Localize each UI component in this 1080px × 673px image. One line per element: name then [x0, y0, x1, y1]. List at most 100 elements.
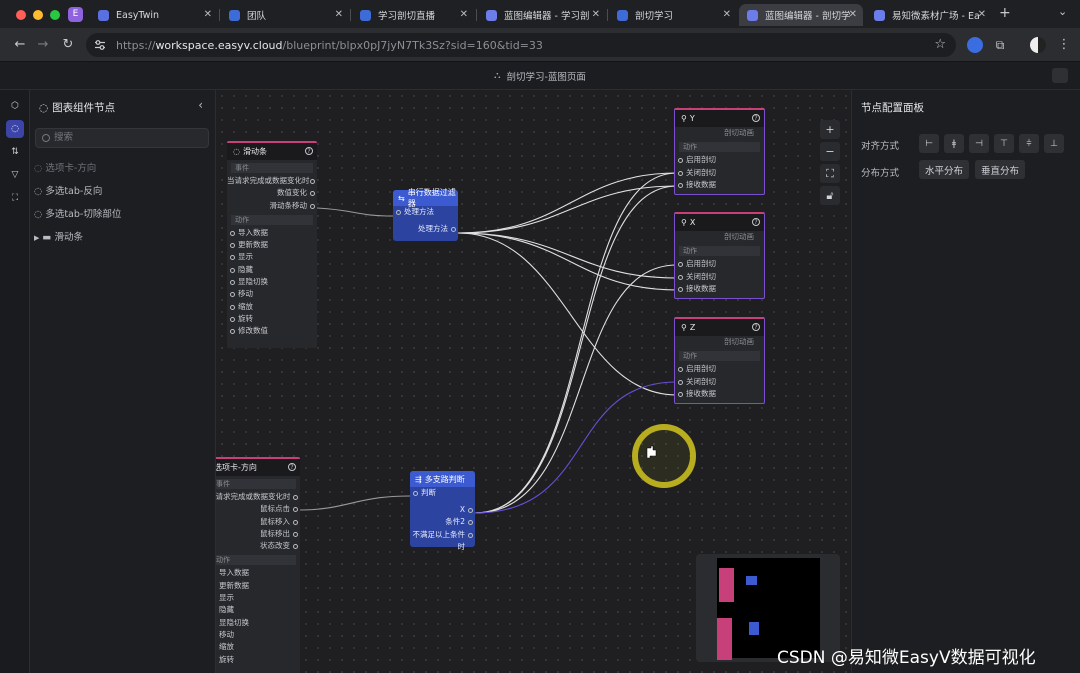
output-port[interactable]	[293, 544, 298, 550]
tree-item-multitab-cut[interactable]: ◌ 多选tab-切除部位	[34, 206, 121, 220]
close-icon[interactable]: ✕	[849, 9, 857, 20]
input-port[interactable]	[230, 280, 235, 286]
input-port[interactable]	[230, 316, 235, 322]
event-row[interactable]: 数值变化	[227, 187, 317, 199]
input-port[interactable]	[413, 491, 418, 496]
event-row[interactable]: 当请求完成或数据变化时	[227, 175, 317, 187]
input-row[interactable]: 处理方法	[393, 206, 458, 219]
event-row[interactable]: 状态改变	[216, 540, 300, 552]
component-nodes-icon[interactable]: ◌	[6, 120, 24, 138]
tree-item-multitab-reverse[interactable]: ◌ 多选tab-反向	[34, 183, 102, 197]
align-middle-v-icon[interactable]: ⫩	[1019, 134, 1039, 153]
action-row[interactable]: 显示	[227, 251, 317, 263]
bookmark-star-icon[interactable]: ☆	[934, 37, 946, 52]
tree-folder-slider[interactable]: ▶ ▬ 滑动条	[34, 229, 83, 243]
fit-screen-icon[interactable]: ⛶	[820, 164, 840, 183]
node-cut-y[interactable]: ⚲ Y ? 剖切动画 动作 启用剖切 关闭剖切 接收数据	[674, 108, 765, 195]
zoom-in-button[interactable]: +	[820, 120, 840, 139]
zoom-out-button[interactable]: −	[820, 142, 840, 161]
node-slider[interactable]: ◌ 滑动条 ? 事件 当请求完成或数据变化时 数值变化 滑动条移动 动作 导入数据…	[227, 141, 317, 348]
output-port[interactable]	[293, 519, 298, 525]
tab-blueprint-1[interactable]: 蓝图编辑器 - 学习剖 ✕	[478, 4, 606, 26]
align-bottom-icon[interactable]: ⊥	[1044, 134, 1064, 153]
input-port[interactable]	[678, 274, 683, 280]
action-row[interactable]: 移动	[216, 629, 300, 641]
input-port[interactable]	[230, 243, 235, 249]
input-port[interactable]	[678, 391, 683, 397]
tree-item-tab-direction[interactable]: ◌ 选项卡-方向	[34, 160, 96, 174]
reload-icon[interactable]: ↻	[60, 37, 76, 53]
input-port[interactable]	[230, 304, 235, 310]
back-arrow-icon[interactable]: ←	[12, 37, 28, 53]
input-port[interactable]	[230, 230, 235, 236]
close-window-button[interactable]	[16, 10, 26, 20]
new-tab-button[interactable]: +	[999, 5, 1011, 21]
tab-blueprint-active[interactable]: 蓝图编辑器 - 剖切学 ✕	[739, 4, 863, 26]
logic-flow-icon[interactable]: ⇅	[6, 143, 24, 161]
help-icon[interactable]: ?	[752, 218, 760, 226]
input-port[interactable]	[230, 329, 235, 335]
action-row[interactable]: 关闭剖切	[675, 167, 764, 179]
output-port[interactable]	[293, 495, 298, 500]
action-row[interactable]: 显隐切换	[216, 617, 300, 629]
align-top-icon[interactable]: ⊤	[994, 134, 1014, 153]
action-row[interactable]: 缩放	[227, 301, 317, 313]
input-port[interactable]	[230, 255, 235, 261]
action-row[interactable]: 导入数据	[216, 567, 300, 579]
search-input[interactable]: 搜索	[35, 128, 209, 148]
extension-icon[interactable]	[967, 37, 983, 53]
action-row[interactable]: 旋转	[227, 313, 317, 325]
output-row[interactable]: 不满足以上条件时	[410, 529, 475, 551]
global-nodes-icon[interactable]: ⛶	[6, 189, 24, 207]
event-row[interactable]: 鼠标移入	[216, 516, 300, 528]
action-row[interactable]: 启用剖切	[675, 363, 764, 375]
help-icon[interactable]: ?	[305, 147, 313, 155]
event-row[interactable]: 滑动条移动	[227, 200, 317, 212]
distribute-horizontal-button[interactable]: 水平分布	[919, 160, 969, 179]
site-settings-icon[interactable]	[94, 39, 106, 51]
close-icon[interactable]: ✕	[723, 9, 731, 20]
close-icon[interactable]: ✕	[335, 9, 343, 20]
action-row[interactable]: 移动	[227, 288, 317, 300]
close-icon[interactable]: ✕	[460, 9, 468, 20]
action-row[interactable]: 更新数据	[227, 239, 317, 251]
help-icon[interactable]: ?	[288, 463, 296, 471]
blueprint-canvas[interactable]: ◌ 滑动条 ? 事件 当请求完成或数据变化时 数值变化 滑动条移动 动作 导入数据…	[216, 90, 851, 673]
tab-cut-learn[interactable]: 剖切学习 ✕	[609, 4, 737, 26]
tab-list-chevron-icon[interactable]: ⌄	[1058, 5, 1067, 18]
action-row[interactable]: 关闭剖切	[675, 376, 764, 388]
output-port[interactable]	[293, 531, 298, 537]
input-port[interactable]	[396, 210, 401, 215]
extensions-puzzle-icon[interactable]: ⧉	[992, 37, 1008, 53]
close-icon[interactable]: ✕	[592, 9, 600, 20]
action-row[interactable]: 旋转	[216, 654, 300, 666]
node-tab-direction[interactable]: 选项卡-方向 ? 事件 当请求完成或数据变化时 鼠标点击 鼠标移入 鼠标移出 状…	[216, 457, 300, 673]
output-row[interactable]: X	[410, 504, 475, 517]
cube-icon[interactable]: ⬡	[6, 97, 24, 115]
event-row[interactable]: 当请求完成或数据变化时	[216, 491, 300, 503]
input-row[interactable]: 判断	[410, 487, 475, 500]
output-port[interactable]	[468, 520, 473, 525]
avatar[interactable]	[1030, 37, 1046, 53]
distribute-vertical-button[interactable]: 垂直分布	[975, 160, 1025, 179]
output-row[interactable]: 条件2	[410, 516, 475, 529]
preview-monitor-icon[interactable]	[1052, 68, 1068, 83]
help-icon[interactable]: ?	[752, 114, 760, 122]
action-row[interactable]: 启用剖切	[675, 258, 764, 270]
action-row[interactable]: 更新数据	[216, 580, 300, 592]
output-row[interactable]: 处理方法	[393, 223, 458, 236]
minimize-window-button[interactable]	[33, 10, 43, 20]
action-row[interactable]: 缩放	[216, 641, 300, 653]
action-row[interactable]: 关闭剖切	[675, 271, 764, 283]
align-left-icon[interactable]: ⊢	[919, 134, 939, 153]
output-port[interactable]	[293, 507, 298, 513]
align-right-icon[interactable]: ⊣	[969, 134, 989, 153]
action-row[interactable]: 接收数据	[675, 283, 764, 295]
output-port[interactable]	[310, 203, 315, 209]
output-port[interactable]	[310, 191, 315, 197]
node-cut-x[interactable]: ⚲ X ? 剖切动画 动作 启用剖切 关闭剖切 接收数据	[674, 212, 765, 299]
forward-arrow-icon[interactable]: →	[35, 37, 51, 53]
help-icon[interactable]: ?	[752, 323, 760, 331]
input-port[interactable]	[678, 286, 683, 292]
event-row[interactable]: 鼠标点击	[216, 503, 300, 515]
